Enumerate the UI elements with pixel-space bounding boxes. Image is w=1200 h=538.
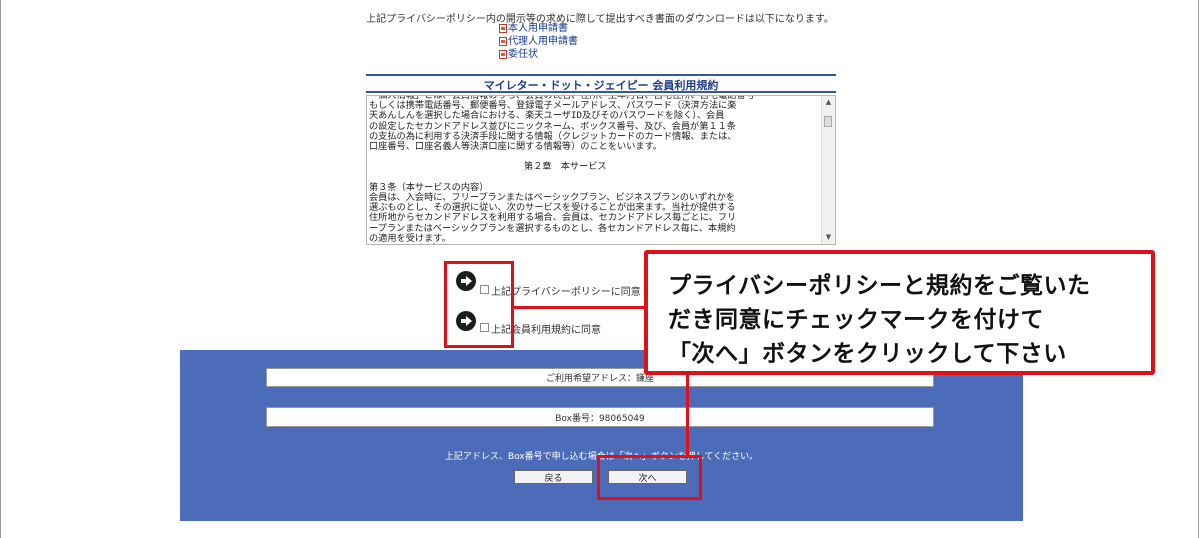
- terms-line: 口座番号、口座名義人等決済口座に関する情報等）のことをいいます。: [369, 141, 663, 153]
- download-links: 本人用申請書 代理人用申請書 委任状: [499, 22, 578, 61]
- page-border-left: [0, 0, 1, 538]
- callout-line-1: プライバシーポリシーと規約をご覧いた: [668, 273, 1091, 299]
- page-border-right: [1198, 0, 1199, 538]
- scrollbar-thumb[interactable]: [824, 116, 832, 127]
- download-link-power-of-attorney[interactable]: 委任状: [499, 48, 578, 61]
- pdf-icon: [499, 37, 507, 46]
- download-intro-text: 上記プライバシーポリシー内の開示等の求めに際して提出すべき書面のダウンロードは以…: [366, 14, 834, 25]
- box-number-field: Box番号：98065049: [266, 407, 934, 427]
- terms-scrollbar[interactable]: ▲ ▼: [821, 96, 835, 244]
- scroll-down-icon[interactable]: ▼: [824, 233, 833, 242]
- download-link-label: 代理人用申請書: [508, 36, 578, 47]
- back-button[interactable]: 戻る: [514, 470, 593, 484]
- pdf-icon: [499, 24, 507, 33]
- callout-connector-horizontal: [514, 306, 644, 309]
- terms-title: マイレター・ドット・ジェイピー 会員利用規約: [366, 74, 836, 93]
- terms-line: ベーシックプラン: [380, 243, 453, 244]
- terms-textarea[interactable]: 「個人情報」とは、会員情報のうち、会員の氏名、住所、生年月日、自宅住所、自宅電話…: [366, 95, 836, 245]
- callout-line-3: 「次へ」ボタンをクリックして下さい: [668, 341, 1067, 367]
- terms-line: 第２章 本サービス: [369, 161, 607, 173]
- checkbox-highlight-box: [444, 261, 514, 348]
- pdf-icon: [499, 50, 507, 59]
- terms-text-content: 「個人情報」とは、会員情報のうち、会員の氏名、住所、生年月日、自宅住所、自宅電話…: [369, 96, 821, 244]
- next-button-highlight-box: [597, 455, 702, 500]
- instruction-callout: プライバシーポリシーと規約をご覧いた だき同意にチェックマークを付けて 「次へ」…: [644, 250, 1155, 375]
- callout-connector-vertical: [686, 375, 689, 457]
- download-link-self-application[interactable]: 本人用申請書: [499, 22, 578, 35]
- download-link-label: 委任状: [508, 49, 538, 60]
- callout-line-2: だき同意にチェックマークを付けて: [668, 307, 1044, 333]
- download-link-label: 本人用申請書: [508, 23, 568, 34]
- scroll-up-icon[interactable]: ▲: [824, 98, 833, 107]
- download-link-agent-application[interactable]: 代理人用申請書: [499, 35, 578, 48]
